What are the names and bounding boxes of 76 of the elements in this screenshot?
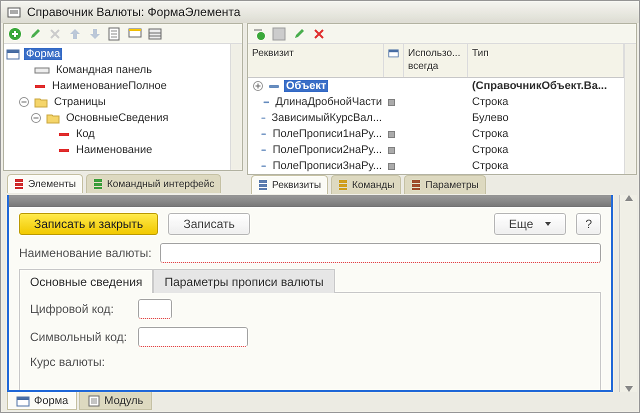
scrollbar[interactable] [624, 44, 636, 174]
properties-icon[interactable] [108, 26, 122, 40]
attribute-name[interactable]: ЗависимыйКурсВал... [270, 112, 384, 124]
field-label: Курс валюты: [30, 355, 105, 369]
type-cell: Булево [472, 112, 509, 124]
caret-icon [545, 222, 552, 226]
delete-icon[interactable] [312, 26, 326, 40]
form-icon [16, 394, 30, 406]
help-button[interactable]: ? [576, 213, 601, 235]
tab[interactable]: Реквизиты [251, 175, 328, 194]
checkbox[interactable] [388, 98, 395, 106]
scrollbar[interactable] [619, 195, 637, 392]
form-icon [6, 48, 20, 60]
folder-icon [34, 96, 48, 108]
checkbox[interactable] [388, 146, 395, 154]
tab[interactable]: Основные сведения [19, 269, 154, 293]
input-field[interactable] [160, 243, 601, 263]
field-label: Символьный код: [30, 330, 128, 344]
add-icon[interactable] [252, 26, 266, 40]
type-cell: Строка [472, 160, 508, 172]
down-arrow-icon [624, 386, 632, 392]
attribute-name[interactable]: ПолеПрописи3наРу... [270, 160, 384, 172]
module-icon [88, 394, 100, 406]
checkbox[interactable] [388, 162, 395, 170]
up-arrow-icon[interactable] [68, 26, 82, 40]
expand-icon [252, 80, 264, 92]
input-field[interactable] [138, 299, 172, 319]
stack-icon [411, 179, 422, 191]
tree-item[interactable]: Наименование [74, 144, 154, 156]
type-cell: (СправочникОбъект.Ва... [472, 80, 608, 92]
add-icon[interactable] [8, 26, 22, 40]
tree-item[interactable]: ОсновныеСведения [64, 112, 170, 124]
monitor-icon[interactable] [128, 26, 142, 40]
pencil-icon[interactable] [28, 26, 42, 40]
stack-icon [92, 178, 103, 190]
tree-item[interactable]: Код [74, 128, 97, 140]
tab[interactable]: Элементы [7, 174, 83, 193]
stack-icon [258, 179, 268, 191]
column-header[interactable]: Использо... всегда [404, 44, 468, 77]
field-label: Наименование валюты: [19, 246, 152, 260]
type-cell: Строка [472, 144, 508, 156]
window-title: Справочник Валюты: ФормаЭлемента [27, 5, 240, 19]
column-header[interactable]: Реквизит [248, 44, 384, 77]
folder-icon [46, 112, 60, 124]
scrollbar[interactable] [230, 44, 242, 170]
field-label: Цифровой код: [30, 302, 115, 316]
collapse-icon [18, 96, 30, 108]
type-cell: Строка [472, 128, 508, 140]
up-arrow-icon [624, 195, 632, 201]
stack-icon [338, 179, 348, 191]
tab[interactable]: Параметры [404, 175, 486, 194]
pencil-icon[interactable] [292, 26, 306, 40]
attribute-name[interactable]: Объект [284, 80, 328, 92]
tree-item[interactable]: Страницы [52, 96, 108, 108]
save-button[interactable]: Записать [168, 213, 250, 235]
tree-item[interactable]: НаименованиеПолное [50, 80, 169, 92]
tab[interactable]: Команды [331, 175, 402, 194]
save-close-button[interactable]: Записать и закрыть [19, 213, 158, 235]
attribute-name[interactable]: ПолеПрописи2наРу... [270, 144, 384, 156]
form-icon [7, 6, 21, 18]
more-button[interactable]: Еще [494, 213, 566, 235]
attribute-name[interactable]: ПолеПрописи1наРу... [270, 128, 384, 140]
tab[interactable]: Модуль [79, 392, 152, 410]
attribute-name[interactable]: ДлинаДробнойЧасти [273, 96, 384, 108]
stack-icon [14, 178, 24, 190]
layout-icon[interactable] [148, 26, 162, 40]
tab[interactable]: Командный интерфейс [86, 174, 222, 193]
checkbox[interactable] [388, 130, 395, 138]
tree-item[interactable]: Форма [24, 48, 62, 60]
tab[interactable]: Форма [7, 392, 78, 410]
down-arrow-icon[interactable] [88, 26, 102, 40]
collapse-icon [30, 112, 42, 124]
type-cell: Строка [472, 96, 508, 108]
input-field[interactable] [138, 327, 248, 347]
tree-item[interactable]: Командная панель [54, 64, 154, 76]
tab[interactable]: Параметры прописи валюты [153, 269, 335, 293]
